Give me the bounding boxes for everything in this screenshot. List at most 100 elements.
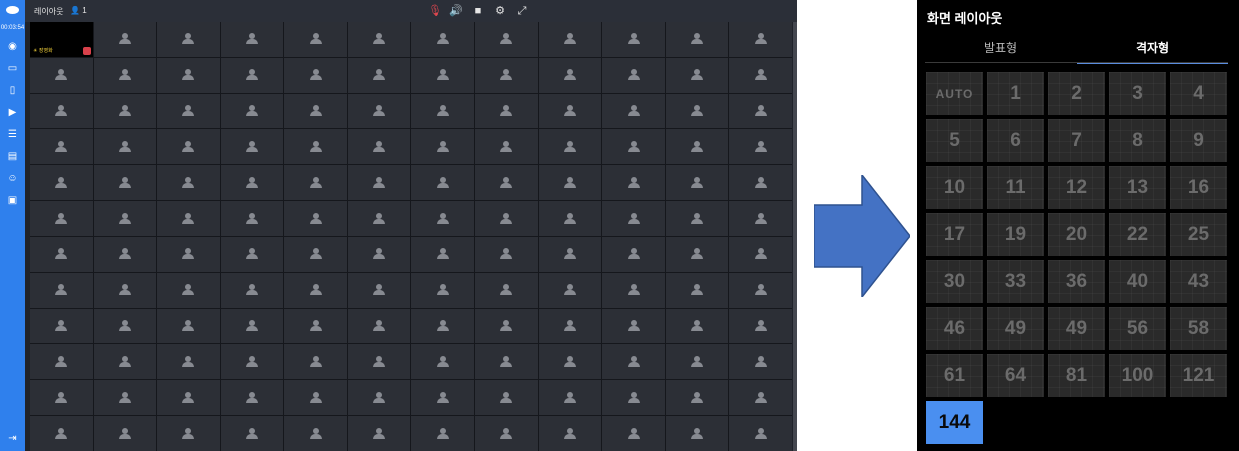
smile-icon[interactable]: ☺ (5, 171, 20, 186)
participant-tile[interactable] (93, 201, 157, 236)
participant-tile[interactable] (347, 129, 411, 165)
participant-tile[interactable] (665, 344, 729, 380)
participant-tile[interactable] (475, 344, 538, 380)
participant-tile[interactable] (602, 344, 665, 380)
layout-option-1[interactable]: 1 (987, 72, 1044, 115)
participant-tile[interactable] (30, 129, 93, 165)
layout-option-144[interactable]: 144 (926, 401, 983, 444)
participant-tile[interactable] (30, 201, 93, 236)
participant-tile[interactable] (30, 344, 93, 380)
participant-tile[interactable] (729, 201, 792, 236)
layout-option-16[interactable]: 16 (1170, 166, 1227, 209)
participant-tile[interactable] (220, 416, 284, 451)
participant-tile[interactable] (538, 22, 602, 57)
participant-tile[interactable] (729, 236, 792, 272)
participant-tile[interactable] (602, 416, 665, 451)
participant-tile[interactable] (729, 344, 792, 380)
participant-tile[interactable] (602, 308, 665, 344)
layout-option-7[interactable]: 7 (1048, 119, 1105, 162)
participant-tile[interactable] (665, 165, 729, 201)
participant-tile[interactable] (411, 344, 475, 380)
layout-option-40[interactable]: 40 (1109, 260, 1166, 303)
layout-option-46[interactable]: 46 (926, 307, 983, 350)
app-logo-icon[interactable] (0, 0, 25, 22)
layout-option-auto[interactable]: AUTO (926, 72, 983, 115)
participant-tile[interactable] (30, 416, 93, 451)
participant-tile[interactable] (411, 236, 475, 272)
participant-tile[interactable] (93, 380, 157, 416)
tab-presentation[interactable]: 발표형 (925, 38, 1076, 62)
mic-muted-icon[interactable]: 🎙 (428, 4, 442, 18)
participant-tile[interactable] (411, 57, 475, 93)
layout-option-36[interactable]: 36 (1048, 260, 1105, 303)
participant-tile[interactable] (602, 93, 665, 129)
participant-tile[interactable] (411, 165, 475, 201)
participant-tile[interactable] (729, 416, 792, 451)
participant-tile[interactable] (347, 236, 411, 272)
participant-tile[interactable] (411, 201, 475, 236)
participant-tile[interactable] (538, 416, 602, 451)
exit-icon[interactable]: ⇥ (5, 431, 20, 446)
participant-tile[interactable] (665, 380, 729, 416)
participant-tile[interactable] (665, 201, 729, 236)
participant-tile[interactable] (475, 380, 538, 416)
chat-icon[interactable]: ☰ (5, 127, 20, 142)
participant-tile[interactable] (475, 93, 538, 129)
participant-tile[interactable] (93, 93, 157, 129)
layout-option-20[interactable]: 20 (1048, 213, 1105, 256)
participant-tile[interactable] (157, 380, 220, 416)
video-icon[interactable]: ▶ (5, 105, 20, 120)
participant-tile[interactable] (665, 22, 729, 57)
participant-tile[interactable] (602, 201, 665, 236)
participant-tile[interactable] (538, 129, 602, 165)
participant-tile[interactable] (475, 165, 538, 201)
participant-tile[interactable] (93, 236, 157, 272)
participant-tile[interactable] (220, 201, 284, 236)
participant-tile[interactable] (93, 416, 157, 451)
participant-tile[interactable] (538, 93, 602, 129)
layout-option-81[interactable]: 81 (1048, 354, 1105, 397)
participant-tile[interactable] (729, 165, 792, 201)
participant-tile[interactable] (538, 236, 602, 272)
participant-tile[interactable] (220, 272, 284, 308)
participant-tile[interactable] (665, 416, 729, 451)
participant-tile[interactable] (411, 380, 475, 416)
participant-tile[interactable] (538, 272, 602, 308)
layout-option-5[interactable]: 5 (926, 119, 983, 162)
card-icon[interactable]: ▣ (5, 193, 20, 208)
camera-icon[interactable]: ■ (471, 4, 485, 18)
participant-tile[interactable] (30, 165, 93, 201)
participant-tile[interactable] (475, 308, 538, 344)
participant-tile[interactable] (665, 272, 729, 308)
participant-tile[interactable] (665, 236, 729, 272)
layout-option-12[interactable]: 12 (1048, 166, 1105, 209)
participant-tile[interactable] (284, 129, 347, 165)
participant-tile[interactable] (93, 57, 157, 93)
participant-tile[interactable] (538, 380, 602, 416)
participant-tile[interactable] (729, 93, 792, 129)
layout-option-56[interactable]: 56 (1109, 307, 1166, 350)
participant-tile[interactable] (284, 201, 347, 236)
participant-tile[interactable] (284, 22, 347, 57)
participant-tile[interactable] (157, 129, 220, 165)
layout-option-64[interactable]: 64 (987, 354, 1044, 397)
screen-share-icon[interactable]: ▭ (5, 61, 20, 76)
layout-option-2[interactable]: 2 (1048, 72, 1105, 115)
layout-option-25[interactable]: 25 (1170, 213, 1227, 256)
layout-option-8[interactable]: 8 (1109, 119, 1166, 162)
participant-tile[interactable] (538, 344, 602, 380)
participant-tile[interactable] (93, 308, 157, 344)
participant-tile[interactable] (347, 308, 411, 344)
participant-tile[interactable] (602, 165, 665, 201)
document-icon[interactable]: ▤ (5, 149, 20, 164)
participant-tile[interactable] (729, 308, 792, 344)
participant-tile[interactable] (220, 57, 284, 93)
layout-option-22[interactable]: 22 (1109, 213, 1166, 256)
layout-option-4[interactable]: 4 (1170, 72, 1227, 115)
layout-option-3[interactable]: 3 (1109, 72, 1166, 115)
participant-tile[interactable] (30, 236, 93, 272)
participant-tile[interactable] (347, 93, 411, 129)
participant-tile[interactable] (157, 308, 220, 344)
grid-scrollbar[interactable] (793, 22, 797, 451)
layout-option-6[interactable]: 6 (987, 119, 1044, 162)
